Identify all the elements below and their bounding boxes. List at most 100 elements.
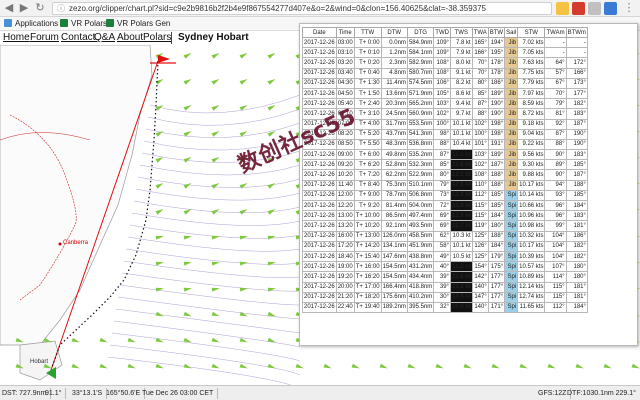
page-icon [106,19,114,27]
table-cell: 11.65 kts [517,301,546,314]
wind-arrow-icon [575,363,584,369]
bookmark-vr-polars-gen[interactable]: VR Polars Gen [106,18,170,30]
table-cell: 64° [544,57,567,69]
table-cell: 142° [471,271,489,283]
table-cell: 1.2nm [380,47,408,59]
australia-coast [0,45,153,346]
table-row: 2017-12-26 03:20 T+ 0:20 2.3nm 582.9nm 108° 8.… [302,57,588,69]
table-cell: 18:40 [335,250,355,263]
site-nav: Home Forum Contact Q&A About Polars [0,31,300,45]
wind-arrow-icon [183,235,192,240]
table-row: 2017-12-26 13:00 T+ 10:00 86.5nm 497.4nm 69° 1… [302,210,588,222]
info-icon[interactable]: ⓘ [57,4,66,13]
wind-arrow-icon [183,287,192,292]
forward-icon[interactable]: ▶ [17,1,31,15]
table-cell: 72° [433,199,451,212]
table-cell: T+ 0:10 [353,47,382,59]
wind-arrow-icon [211,53,220,59]
city-marker [58,242,62,246]
table-cell: 9.22 kts [517,138,546,151]
table-cell: 189° [487,149,506,161]
table-cell: T+ 0:00 [353,36,382,49]
table-cell: 182° [565,250,588,263]
table-cell: 7.75 kts [517,67,546,79]
extension-icon[interactable] [588,2,601,15]
table-row: 2017-12-26 09:00 T+ 6:00 49.8nm 535.2nm 87° 11… [302,149,588,161]
nav-polars[interactable]: Polars [143,31,171,45]
table-cell: 178° [487,57,506,69]
wind-arrow-icon [267,261,276,266]
column-header: BTWm [565,27,588,38]
extension-icon[interactable] [604,2,617,15]
boat-icon[interactable] [158,55,170,63]
back-icon[interactable]: ◀ [2,1,16,15]
table-cell: 179° [487,250,506,263]
table-cell: 181° [565,220,588,232]
column-header: DTG [406,27,435,38]
table-cell: 21:20 [335,291,355,303]
table-cell: 48.3nm [380,138,408,151]
table-cell: 8.2 kt [449,77,473,89]
race-title: Sydney Hobart [178,32,249,43]
table-cell: 102° [433,108,451,120]
table-row: 2017-12-26 21:20 T+ 18:20 175.6nm 410.2nm 30°… [302,291,588,303]
table-cell: 2017-12-26 [302,36,337,49]
table-cell: 13:20 [335,220,355,232]
wind-arrow-icon [211,311,220,317]
bookmark-vr-polars[interactable]: VR Polars [60,18,107,30]
table-cell: 185° [565,189,588,202]
table-cell: 31.7nm [380,118,408,130]
table-cell: 98° [433,128,451,140]
table-cell: T+ 8:40 [353,179,382,191]
table-cell: 10.1 kt [449,128,473,140]
table-cell: 30° [433,291,451,303]
extension-icon[interactable] [572,2,585,15]
address-bar[interactable]: ⓘ zezo.org/clipper/chart.pl?sid=c9e2b981… [52,2,552,15]
table-cell: 188° [487,230,506,242]
isochrone-line [131,212,301,226]
table-cell: 89° [544,159,567,171]
table-cell: T+ 10:20 [353,220,382,232]
nav-about[interactable]: About [117,31,143,45]
table-cell: 2017-12-26 [302,169,337,181]
table-cell: 190° [565,138,588,151]
table-cell: 13.3 kt [449,281,473,293]
wind-arrow-icon [239,261,248,266]
table-cell: 2017-12-26 [302,250,337,263]
wind-arrow-icon [155,363,164,369]
table-cell: 11.1 kt [449,149,473,161]
table-cell: 10.96 kts [517,210,546,222]
table-cell: 85° [471,87,489,100]
table-cell: 43.7nm [380,128,408,140]
table-cell: 584.9nm [406,36,435,49]
table-cell: 184° [565,199,588,212]
nav-qa[interactable]: Q&A [94,31,115,45]
menu-icon[interactable]: ⋮ [622,1,636,15]
table-cell: 52.8nm [380,159,408,171]
table-cell: T+ 10:00 [353,210,382,222]
table-cell: Spi [504,291,519,303]
status-latitude: 33°13.1'S [72,388,108,399]
table-cell: 195° [487,47,506,59]
table-cell: 12:00 [335,189,355,202]
column-header: TWD [433,27,451,38]
browser-toolbar: ◀ ▶ ↻ ⓘ zezo.org/clipper/chart.pl?sid=c9… [0,0,640,17]
wind-arrow-icon [183,157,192,163]
isochrone-line [139,164,301,176]
table-cell: 2017-12-26 [302,301,337,314]
table-cell: 493.5nm [406,220,435,232]
nav-contact[interactable]: Contact [61,31,95,45]
wind-arrow-icon [99,337,108,343]
table-cell: T+ 6:20 [353,159,382,171]
bookmark-applications[interactable]: Applications [4,18,58,30]
table-cell: Jib [504,47,519,59]
table-cell: 62° [433,230,451,242]
table-cell: Jib [504,138,519,151]
table-cell: T+ 5:20 [353,128,382,140]
nav-home[interactable]: Home [3,31,30,45]
wind-arrow-icon [71,363,80,369]
table-cell: 431.2nm [406,261,435,273]
nav-forum[interactable]: Forum [30,31,59,45]
bookmark-star-icon[interactable] [556,2,569,15]
reload-icon[interactable]: ↻ [33,1,47,15]
